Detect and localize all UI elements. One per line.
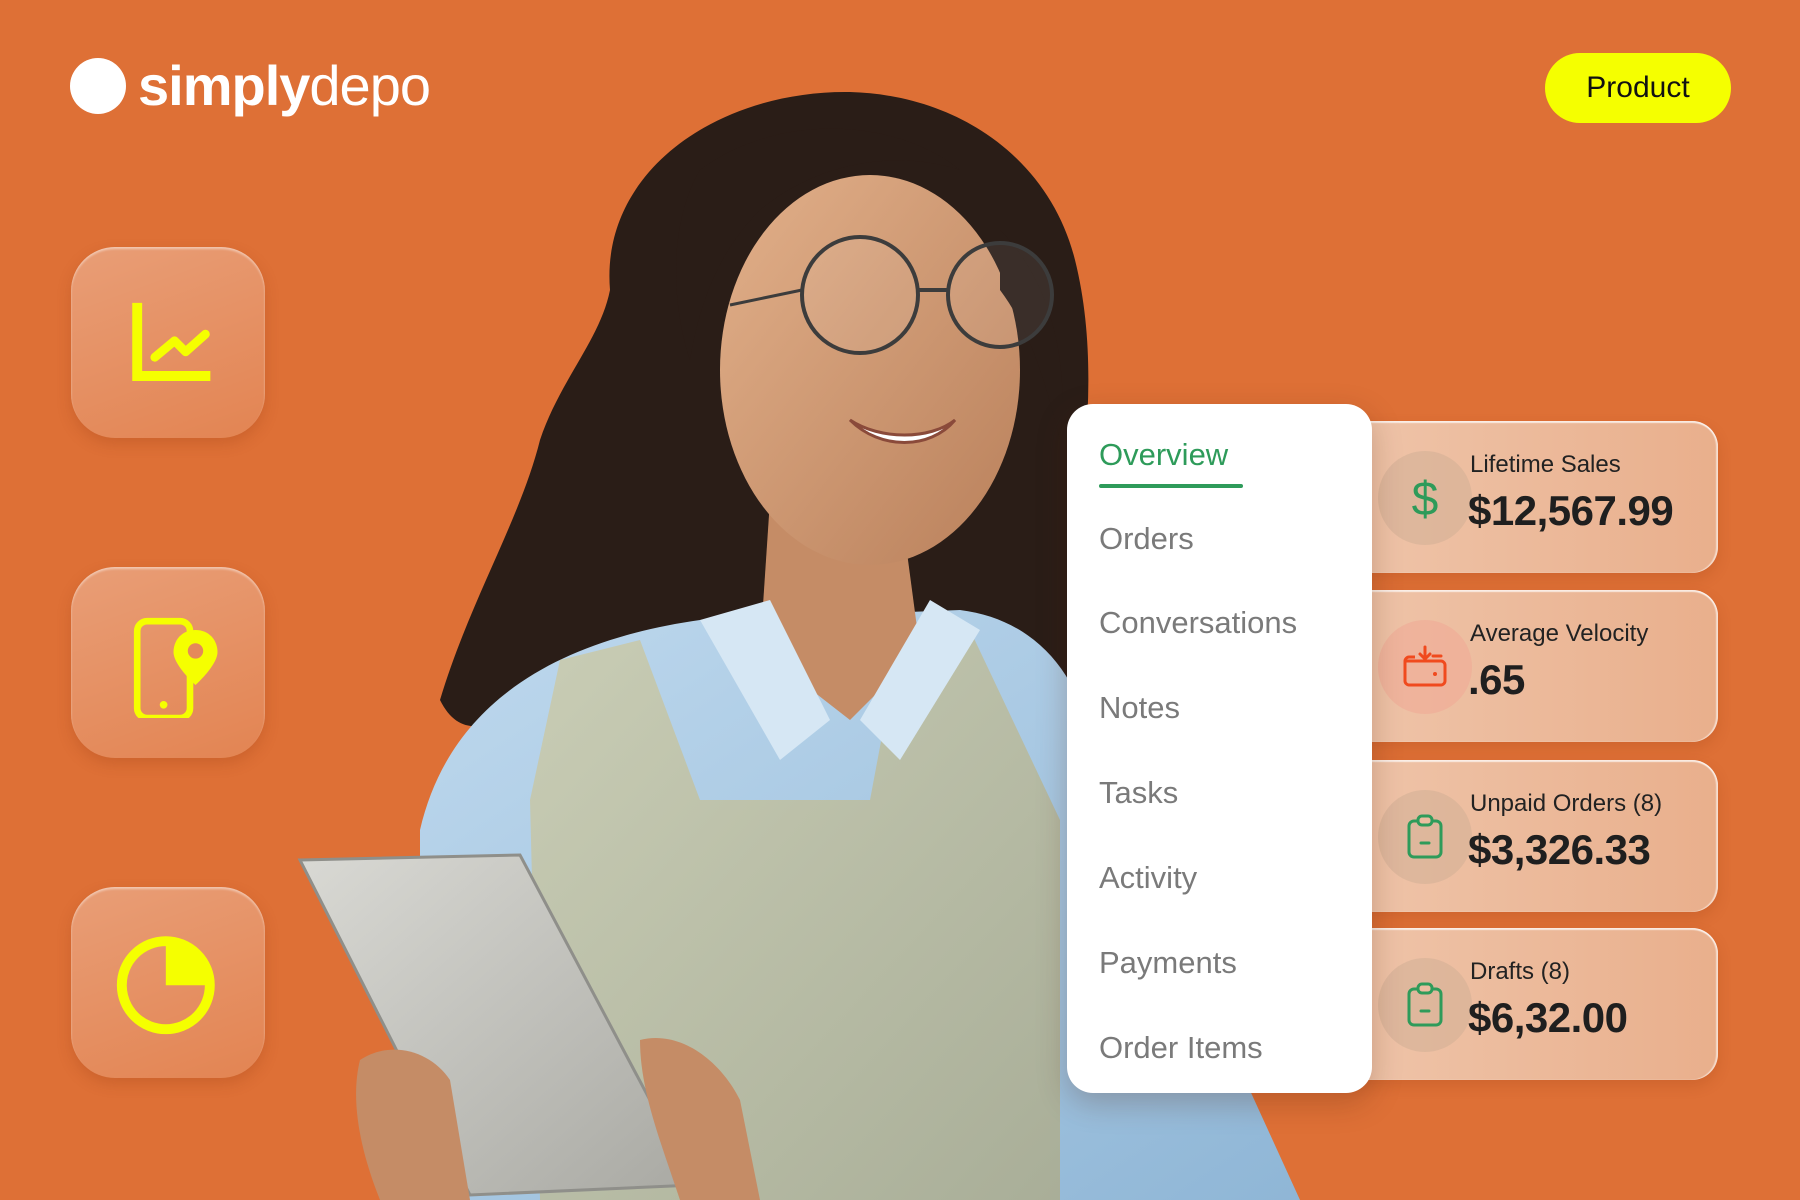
feature-tile-mobile-location[interactable] (71, 567, 265, 758)
stat-card-average-velocity[interactable]: Average Velocity .65 (1340, 590, 1718, 742)
menu-item-conversations[interactable]: Conversations (1099, 605, 1297, 641)
clipboard-icon (1407, 982, 1443, 1027)
dollar-icon: $ (1412, 473, 1439, 523)
pie-chart-icon (116, 935, 215, 1034)
stat-icon-badge (1378, 620, 1472, 714)
stat-label: Average Velocity (1470, 620, 1649, 647)
feature-tile-reports[interactable] (71, 887, 265, 1078)
menu-item-order-items[interactable]: Order Items (1099, 1030, 1263, 1066)
stat-icon-badge (1378, 790, 1472, 884)
menu-item-notes[interactable]: Notes (1099, 690, 1180, 726)
stat-icon-badge (1378, 958, 1472, 1052)
logo-text-light: depo (309, 54, 431, 117)
menu-item-overview[interactable]: Overview (1099, 437, 1228, 473)
product-badge-button[interactable]: Product (1545, 53, 1731, 123)
stat-card-lifetime-sales[interactable]: $ Lifetime Sales $12,567.99 (1340, 421, 1718, 573)
line-chart-icon (132, 302, 211, 381)
logo-circle-icon (70, 58, 126, 114)
tablet (297, 853, 698, 1197)
stat-label: Drafts (8) (1470, 958, 1571, 985)
menu-item-payments[interactable]: Payments (1099, 945, 1237, 981)
glasses-right (946, 241, 1054, 349)
stat-value: $6,32.00 (1468, 994, 1628, 1041)
stat-card-drafts[interactable]: Drafts (8) $6,32.00 (1340, 928, 1718, 1080)
stat-value: .65 (1468, 656, 1525, 703)
wallet-download-icon (1403, 645, 1447, 687)
stat-card-unpaid-orders[interactable]: Unpaid Orders (8) $3,326.33 (1340, 760, 1718, 912)
menu-item-orders[interactable]: Orders (1099, 521, 1194, 557)
stat-label: Lifetime Sales (1470, 451, 1621, 478)
customer-nav-menu: Overview Orders Conversations Notes Task… (1067, 404, 1372, 1093)
face (720, 175, 1020, 565)
active-tab-indicator (1099, 484, 1243, 488)
clipboard-icon (1407, 814, 1443, 859)
menu-item-tasks[interactable]: Tasks (1099, 775, 1178, 811)
hair (440, 91, 1089, 727)
glasses-left (800, 235, 920, 355)
stat-label: Unpaid Orders (8) (1470, 790, 1663, 817)
stat-icon-badge: $ (1378, 451, 1472, 545)
svg-text:$: $ (1412, 473, 1439, 523)
feature-tile-analytics[interactable] (71, 247, 265, 438)
logo-text-bold: simply (138, 54, 310, 117)
stat-value: $3,326.33 (1468, 826, 1651, 873)
phone-location-pin-icon (133, 617, 218, 718)
menu-item-activity[interactable]: Activity (1099, 860, 1197, 896)
stat-value: $12,567.99 (1468, 487, 1674, 534)
brand-logo[interactable]: simplydepo (70, 58, 431, 114)
logo-wordmark: simplydepo (138, 58, 431, 114)
apron (530, 630, 1060, 1200)
